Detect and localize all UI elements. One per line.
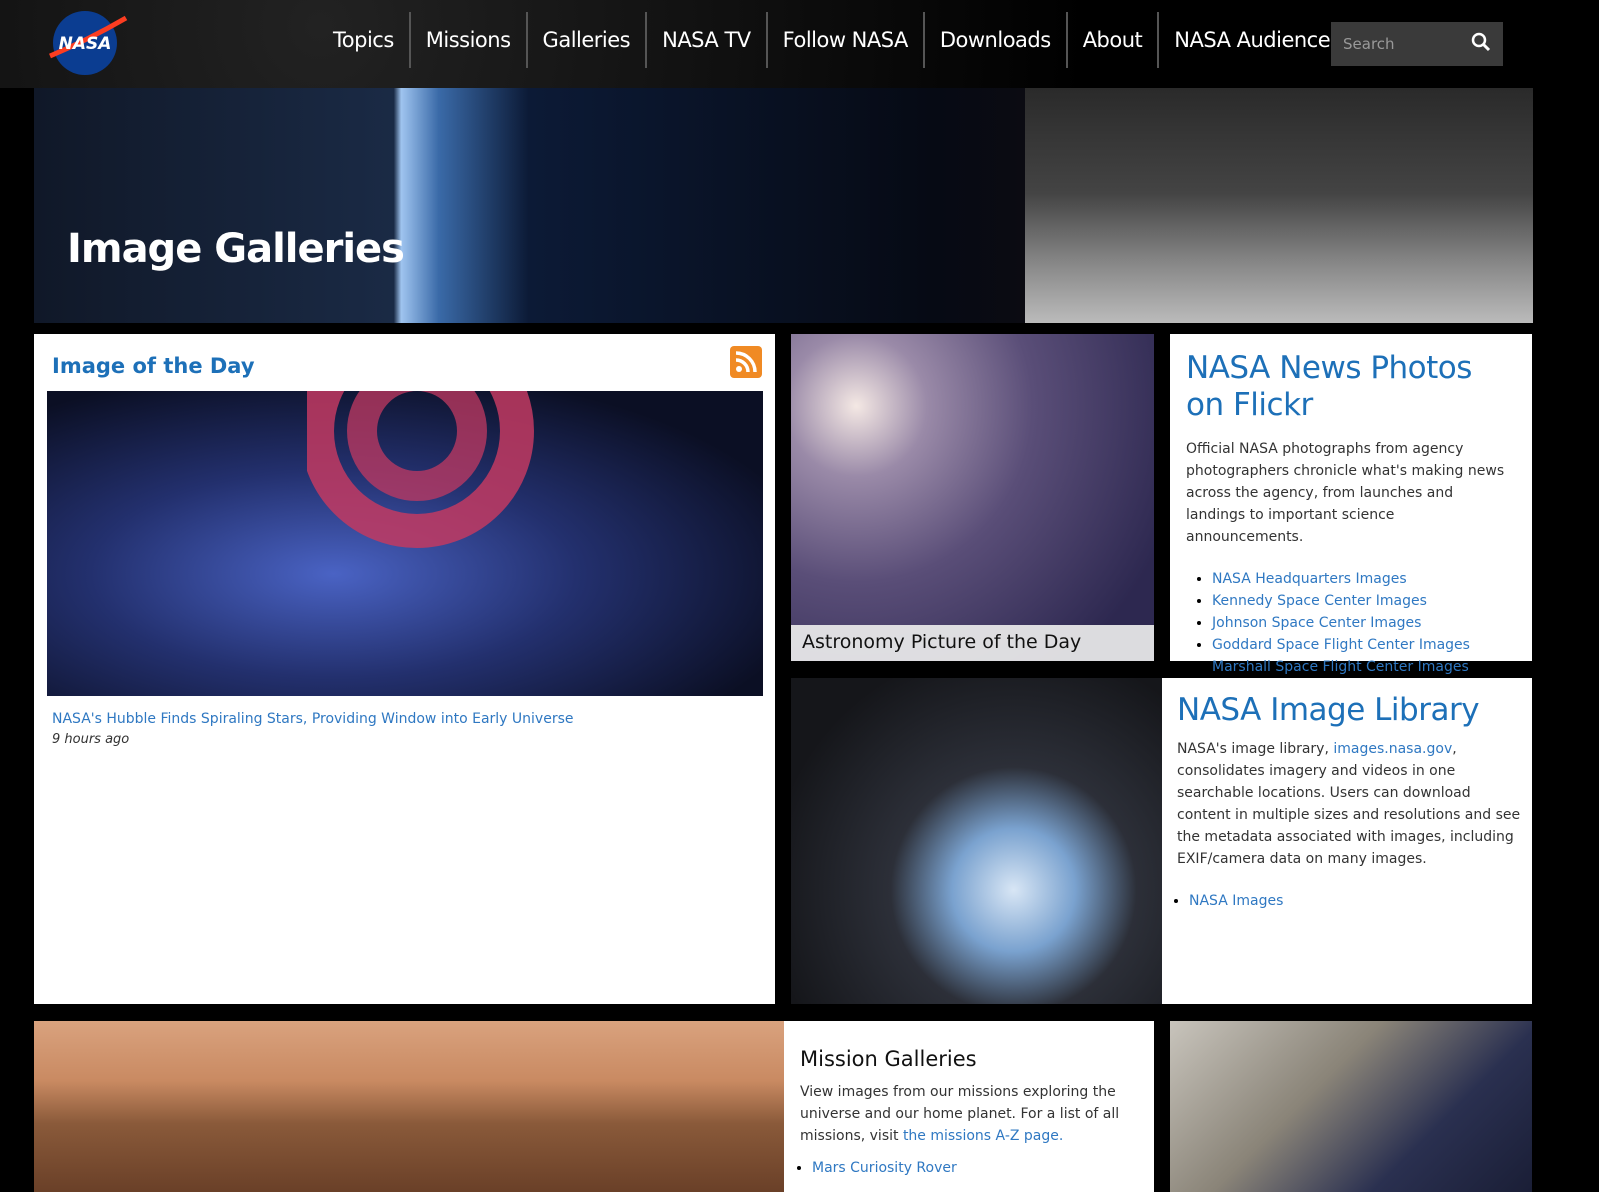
hero-banner: Image Galleries [34,88,1533,323]
flickr-links: NASA Headquarters Images Kennedy Space C… [1186,568,1516,678]
library-title[interactable]: NASA Image Library [1177,692,1522,728]
iotd-image[interactable] [47,391,763,696]
page-title: Image Galleries [67,226,405,272]
images-nasa-gov-link[interactable]: images.nasa.gov [1333,741,1452,757]
nasa-logo[interactable]: NASA [48,10,128,76]
iss-cupola-image[interactable] [791,678,1162,1004]
link-marshall-images[interactable]: Marshall Space Flight Center Images [1212,659,1469,675]
search-icon[interactable] [1471,32,1491,56]
flickr-panel: NASA News Photos on Flickr Official NASA… [1170,334,1532,675]
image-library-panel: NASA Image Library NASA's image library,… [791,678,1532,1004]
search-box [1331,22,1503,66]
missions-az-link[interactable]: the missions A-Z page. [903,1128,1063,1144]
link-mars-curiosity[interactable]: Mars Curiosity Rover [812,1160,957,1176]
nav-about[interactable]: About [1065,12,1158,68]
apod-label[interactable]: Astronomy Picture of the Day [791,625,1154,661]
nav-galleries[interactable]: Galleries [525,12,646,68]
nav-follow-nasa[interactable]: Follow NASA [765,12,923,68]
nav-topics[interactable]: Topics [318,12,409,68]
link-hq-images[interactable]: NASA Headquarters Images [1212,571,1407,587]
svg-text:NASA: NASA [59,34,112,54]
link-nasa-images[interactable]: NASA Images [1189,893,1283,909]
nav-nasa-tv[interactable]: NASA TV [645,12,766,68]
iotd-caption-link[interactable]: NASA's Hubble Finds Spiraling Stars, Pro… [52,711,573,727]
missions-title[interactable]: Mission Galleries [800,1047,1140,1071]
astronaut-image[interactable] [1170,1021,1532,1192]
link-kennedy-images[interactable]: Kennedy Space Center Images [1212,593,1427,609]
mission-galleries-panel: Mission Galleries View images from our m… [34,1021,1154,1192]
missions-description: View images from our missions exploring … [800,1084,1120,1144]
apod-card[interactable]: Astronomy Picture of the Day [791,334,1154,661]
iotd-title[interactable]: Image of the Day [52,354,255,378]
nav-missions[interactable]: Missions [408,12,526,68]
nav-downloads[interactable]: Downloads [922,12,1066,68]
site-header: NASA Topics Missions Galleries NASA TV F… [0,0,1599,88]
mars-rover-image[interactable] [34,1021,784,1192]
flickr-title[interactable]: NASA News Photos on Flickr [1186,350,1516,424]
main-nav: Topics Missions Galleries NASA TV Follow… [318,12,1356,68]
moon-landing-image [1025,88,1533,323]
rss-icon[interactable] [730,346,762,378]
library-description: NASA's image library, images.nasa.gov, c… [1177,741,1521,867]
iotd-timestamp: 9 hours ago [52,732,130,747]
link-goddard-images[interactable]: Goddard Space Flight Center Images [1212,637,1470,653]
search-input[interactable] [1343,35,1463,53]
nav-nasa-audiences[interactable]: NASA Audiences [1157,12,1355,68]
flickr-description: Official NASA photographs from agency ph… [1186,441,1505,545]
image-of-the-day-panel: Image of the Day NASA's Hubble Finds Spi… [34,334,775,1004]
link-johnson-images[interactable]: Johnson Space Center Images [1212,615,1421,631]
